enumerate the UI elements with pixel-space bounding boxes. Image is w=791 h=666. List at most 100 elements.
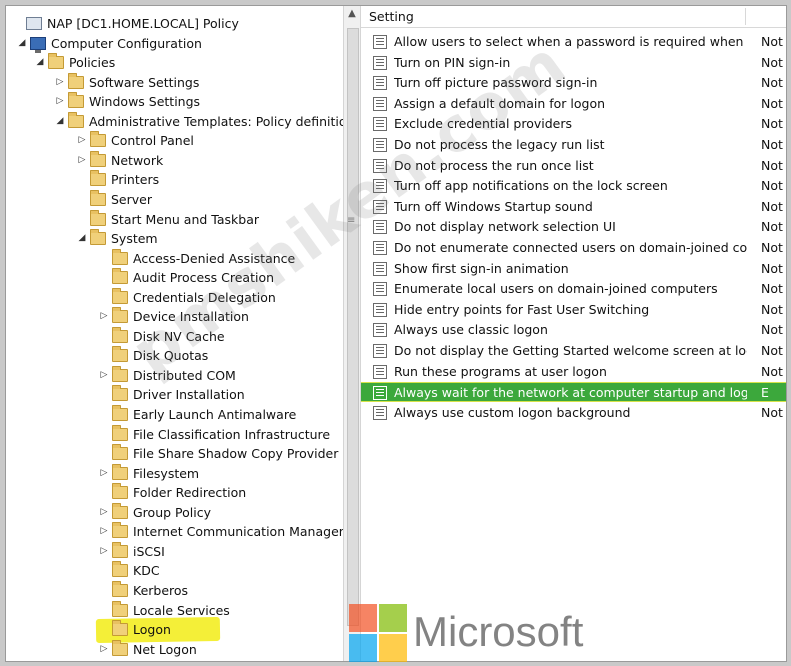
tree-item-credentials-delegation[interactable]: Credentials Delegation <box>98 287 276 306</box>
tree-item-logon[interactable]: Logon <box>98 619 171 638</box>
column-header[interactable]: Setting <box>361 6 786 28</box>
tree-item-file-classification-infrastructure[interactable]: File Classification Infrastructure <box>98 424 330 443</box>
settings-list: Setting Allow users to select when a pas… <box>361 6 786 661</box>
expand-arrow-icon[interactable]: ▷ <box>76 151 88 170</box>
setting-row[interactable]: Do not display network selection UI Not c <box>361 217 786 237</box>
policy-setting-icon <box>373 220 387 235</box>
tree-item-label: Device Installation <box>133 309 249 325</box>
setting-row[interactable]: Allow users to select when a password is… <box>361 32 786 52</box>
setting-row[interactable]: Do not display the Getting Started welco… <box>361 341 786 361</box>
collapse-arrow-icon[interactable]: ◢ <box>16 34 28 53</box>
policy-tree: NAP [DC1.HOME.LOCAL] Policy ◢ Computer Con… <box>6 6 345 661</box>
collapse-arrow-icon[interactable]: ◢ <box>76 229 88 248</box>
setting-row[interactable]: Turn off app notifications on the lock s… <box>361 176 786 196</box>
tree-item-label: Administrative Templates: Policy definit… <box>89 113 345 129</box>
tree-item-audit-process-creation[interactable]: Audit Process Creation <box>98 267 274 286</box>
collapse-arrow-icon[interactable]: ◢ <box>34 53 46 72</box>
scroll-up-arrow-icon[interactable]: ▲ <box>344 6 360 22</box>
tree-item-windows-settings[interactable]: ▷ Windows Settings <box>54 91 200 110</box>
tree-item-device-installation[interactable]: ▷ Device Installation <box>98 306 249 325</box>
tree-item-disk-nv-cache[interactable]: Disk NV Cache <box>98 326 225 345</box>
setting-row[interactable]: Assign a default domain for logon Not c <box>361 94 786 114</box>
folder-icon <box>112 307 128 324</box>
setting-row[interactable]: Show first sign-in animation Not c <box>361 259 786 279</box>
tree-item-computer-configuration[interactable]: ◢ Computer Configuration <box>16 33 202 53</box>
tree-item-filesystem[interactable]: ▷ Filesystem <box>98 463 199 482</box>
tree-item-locale-services[interactable]: Locale Services <box>98 600 230 619</box>
tree-item-policies[interactable]: ◢ Policies <box>34 52 115 71</box>
tree-item-printers[interactable]: Printers <box>76 169 159 188</box>
tree-item-label: Group Policy <box>133 504 211 520</box>
setting-row[interactable]: Exclude credential providers Not c <box>361 114 786 134</box>
tree-item-start-menu-and-taskbar[interactable]: Start Menu and Taskbar <box>76 209 259 228</box>
setting-row[interactable]: Do not enumerate connected users on doma… <box>361 238 786 258</box>
tree-item-administrative-templates-policy-definitions[interactable]: ◢ Administrative Templates: Policy defini… <box>54 111 345 130</box>
setting-row[interactable]: Enumerate local users on domain-joined c… <box>361 279 786 299</box>
setting-state: Not c <box>761 301 786 317</box>
tree-item-distributed-com[interactable]: ▷ Distributed COM <box>98 365 236 384</box>
selected-setting-row[interactable]: Always wait for the network at computer … <box>361 382 786 403</box>
folder-icon <box>112 502 128 519</box>
tree-item-system[interactable]: ◢ System <box>76 228 158 247</box>
tree-item-iscsi[interactable]: ▷ iSCSI <box>98 541 165 560</box>
tree-item-disk-quotas[interactable]: Disk Quotas <box>98 345 208 364</box>
setting-row[interactable]: Run these programs at user logon Not c <box>361 362 786 382</box>
expand-arrow-icon[interactable]: ▷ <box>98 640 110 659</box>
folder-icon <box>68 111 84 128</box>
setting-row[interactable]: Do not process the legacy run list Not c <box>361 135 786 155</box>
tree-item-control-panel[interactable]: ▷ Control Panel <box>76 130 194 149</box>
setting-state: Not c <box>761 404 786 420</box>
expand-arrow-icon[interactable]: ▷ <box>98 307 110 326</box>
setting-row[interactable]: Always use custom logon background Not c <box>361 403 786 423</box>
tree-item-kerberos[interactable]: Kerberos <box>98 580 188 599</box>
folder-icon <box>112 463 128 480</box>
setting-state: Not c <box>761 116 786 132</box>
setting-row[interactable]: Always use classic logon Not c <box>361 320 786 340</box>
collapse-arrow-icon[interactable]: ◢ <box>54 112 66 131</box>
tree-item-file-share-shadow-copy-provider[interactable]: File Share Shadow Copy Provider <box>98 443 338 462</box>
folder-icon <box>90 150 106 167</box>
folder-icon <box>112 541 128 558</box>
setting-state: Not c <box>761 343 786 358</box>
setting-state: Not c <box>761 34 786 49</box>
setting-row[interactable]: Turn off picture password sign-in Not c <box>361 73 786 93</box>
scroll-thumb[interactable] <box>347 28 359 626</box>
setting-name: Do not process the legacy run list <box>394 137 605 152</box>
expand-arrow-icon[interactable]: ▷ <box>54 92 66 111</box>
expand-arrow-icon[interactable]: ▷ <box>98 366 110 385</box>
expand-arrow-icon[interactable]: ▷ <box>98 542 110 561</box>
folder-icon <box>112 326 128 343</box>
setting-column-header[interactable]: Setting <box>369 6 414 27</box>
tree-item-label: Locale Services <box>133 602 230 618</box>
tree-item-label: Internet Communication Management <box>133 524 345 540</box>
setting-row[interactable]: Turn on PIN sign-in Not c <box>361 53 786 73</box>
setting-row[interactable]: Turn off Windows Startup sound Not c <box>361 197 786 217</box>
tree-item-label: Computer Configuration <box>51 35 202 51</box>
tree-scrollbar[interactable]: ▲ ≡ <box>343 6 361 661</box>
tree-item-driver-installation[interactable]: Driver Installation <box>98 384 245 403</box>
expand-arrow-icon[interactable]: ▷ <box>98 464 110 483</box>
expand-arrow-icon[interactable]: ▷ <box>54 73 66 92</box>
tree-item-net-logon[interactable]: ▷ Net Logon <box>98 639 197 658</box>
tree-item-nap-dc1-home-local-policy[interactable]: NAP [DC1.HOME.LOCAL] Policy <box>12 13 239 32</box>
tree-item-group-policy[interactable]: ▷ Group Policy <box>98 502 211 521</box>
tree-item-early-launch-antimalware[interactable]: Early Launch Antimalware <box>98 404 296 423</box>
expand-arrow-icon[interactable]: ▷ <box>98 503 110 522</box>
tree-item-kdc[interactable]: KDC <box>98 560 160 579</box>
expand-arrow-icon[interactable]: ▷ <box>76 131 88 150</box>
tree-item-software-settings[interactable]: ▷ Software Settings <box>54 72 199 91</box>
folder-icon <box>112 346 128 363</box>
setting-row[interactable]: Do not process the run once list Not c <box>361 156 786 176</box>
folder-icon <box>90 131 106 148</box>
tree-item-server[interactable]: Server <box>76 189 152 208</box>
column-separator[interactable] <box>745 8 746 25</box>
tree-item-access-denied-assistance[interactable]: Access-Denied Assistance <box>98 248 295 267</box>
expand-arrow-icon[interactable]: ▷ <box>98 522 110 541</box>
policy-setting-icon <box>373 241 387 255</box>
folder-icon <box>112 522 128 539</box>
tree-item-internet-communication-management[interactable]: ▷ Internet Communication Management <box>98 521 345 540</box>
setting-name: Turn off Windows Startup sound <box>394 198 593 214</box>
tree-item-network[interactable]: ▷ Network <box>76 150 163 169</box>
setting-row[interactable]: Hide entry points for Fast User Switchin… <box>361 300 786 320</box>
tree-item-folder-redirection[interactable]: Folder Redirection <box>98 482 246 501</box>
